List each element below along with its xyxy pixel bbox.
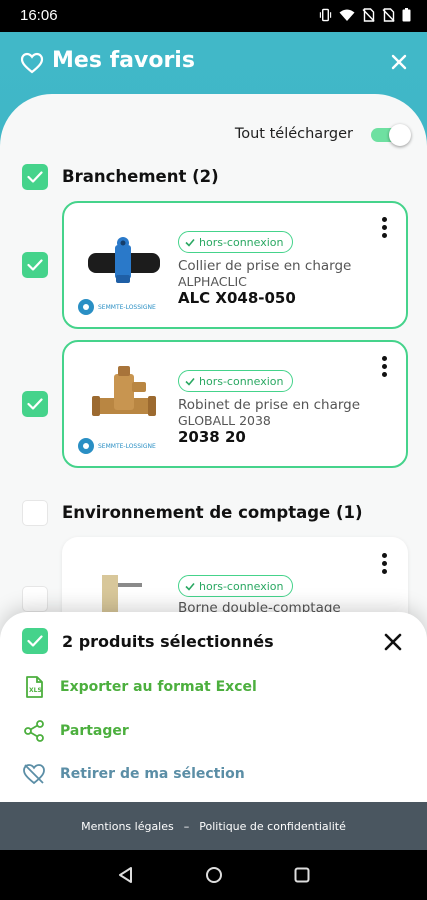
product-type: Collier de prise en charge (178, 258, 352, 274)
selection-count: 2 produits sélectionnés (62, 632, 274, 651)
close-icon[interactable] (389, 52, 409, 72)
download-all-label: Tout télécharger (234, 126, 353, 142)
section-checkbox-branchement[interactable] (22, 164, 48, 190)
vibrate-icon (319, 8, 332, 22)
product-card[interactable]: SEMMTE-LOSSIGNE hors-connexion Robinet d… (62, 340, 408, 468)
more-options-icon[interactable] (382, 356, 388, 378)
app-header: Mes favoris (0, 32, 427, 94)
section-checkbox-comptage[interactable] (22, 500, 48, 526)
product-image-collier (88, 237, 160, 283)
product-line: GLOBALL 2038 (178, 413, 271, 428)
product-image-robinet (92, 366, 156, 416)
excel-file-icon: XLS (26, 676, 43, 698)
product-line: ALPHACLIC (178, 274, 247, 289)
close-icon[interactable] (383, 632, 403, 652)
selection-checkbox[interactable] (22, 628, 48, 654)
brand-logo: SEMMTE-LOSSIGNE (78, 438, 156, 454)
section-title-comptage: Environnement de comptage (1) (62, 503, 363, 522)
download-all-toggle[interactable] (371, 124, 411, 146)
status-time: 16:06 (20, 7, 58, 24)
share-icon (24, 720, 44, 742)
product-checkbox[interactable] (22, 586, 48, 612)
product-reference: 2038 20 (178, 428, 246, 446)
privacy-link[interactable]: Politique de confidentialité (199, 820, 346, 833)
status-bar: 16:06 (0, 0, 427, 32)
wifi-icon (339, 9, 355, 21)
no-sim-icon-2 (382, 8, 395, 22)
product-type: Robinet de prise en charge (178, 397, 361, 413)
product-checkbox[interactable] (22, 391, 48, 417)
offline-badge: hors-connexion (178, 575, 293, 597)
battery-icon (402, 8, 411, 22)
more-options-icon[interactable] (382, 217, 388, 239)
remove-selection-button[interactable]: Retirer de ma sélection (22, 762, 245, 786)
check-icon (185, 582, 195, 591)
section-title-branchement: Branchement (2) (62, 167, 219, 186)
no-sim-icon (362, 8, 375, 22)
offline-badge: hors-connexion (178, 231, 293, 253)
page-title: Mes favoris (52, 48, 195, 73)
footer: Mentions légales – Politique de confiden… (0, 802, 427, 850)
share-button[interactable]: Partager (22, 719, 129, 743)
home-icon[interactable] (204, 865, 224, 885)
offline-badge: hors-connexion (178, 370, 293, 392)
selection-sheet: 2 produits sélectionnés XLS Exporter au … (0, 612, 427, 802)
svg-text:XLS: XLS (29, 687, 42, 694)
export-excel-button[interactable]: XLS Exporter au format Excel (22, 675, 257, 699)
check-icon (185, 238, 195, 247)
product-checkbox[interactable] (22, 252, 48, 278)
brand-logo: SEMMTE-LOSSIGNE (78, 299, 156, 315)
back-icon[interactable] (116, 865, 136, 885)
legal-link[interactable]: Mentions légales (81, 820, 174, 833)
more-options-icon[interactable] (382, 553, 388, 575)
heart-icon (20, 52, 44, 74)
product-card[interactable]: SEMMTE-LOSSIGNE hors-connexion Collier d… (62, 201, 408, 329)
footer-separator: – (183, 819, 190, 833)
recents-icon[interactable] (292, 865, 312, 885)
heart-remove-icon (23, 764, 45, 785)
system-nav-bar (0, 850, 427, 900)
check-icon (185, 377, 195, 386)
product-reference: ALC X048-050 (178, 289, 296, 307)
